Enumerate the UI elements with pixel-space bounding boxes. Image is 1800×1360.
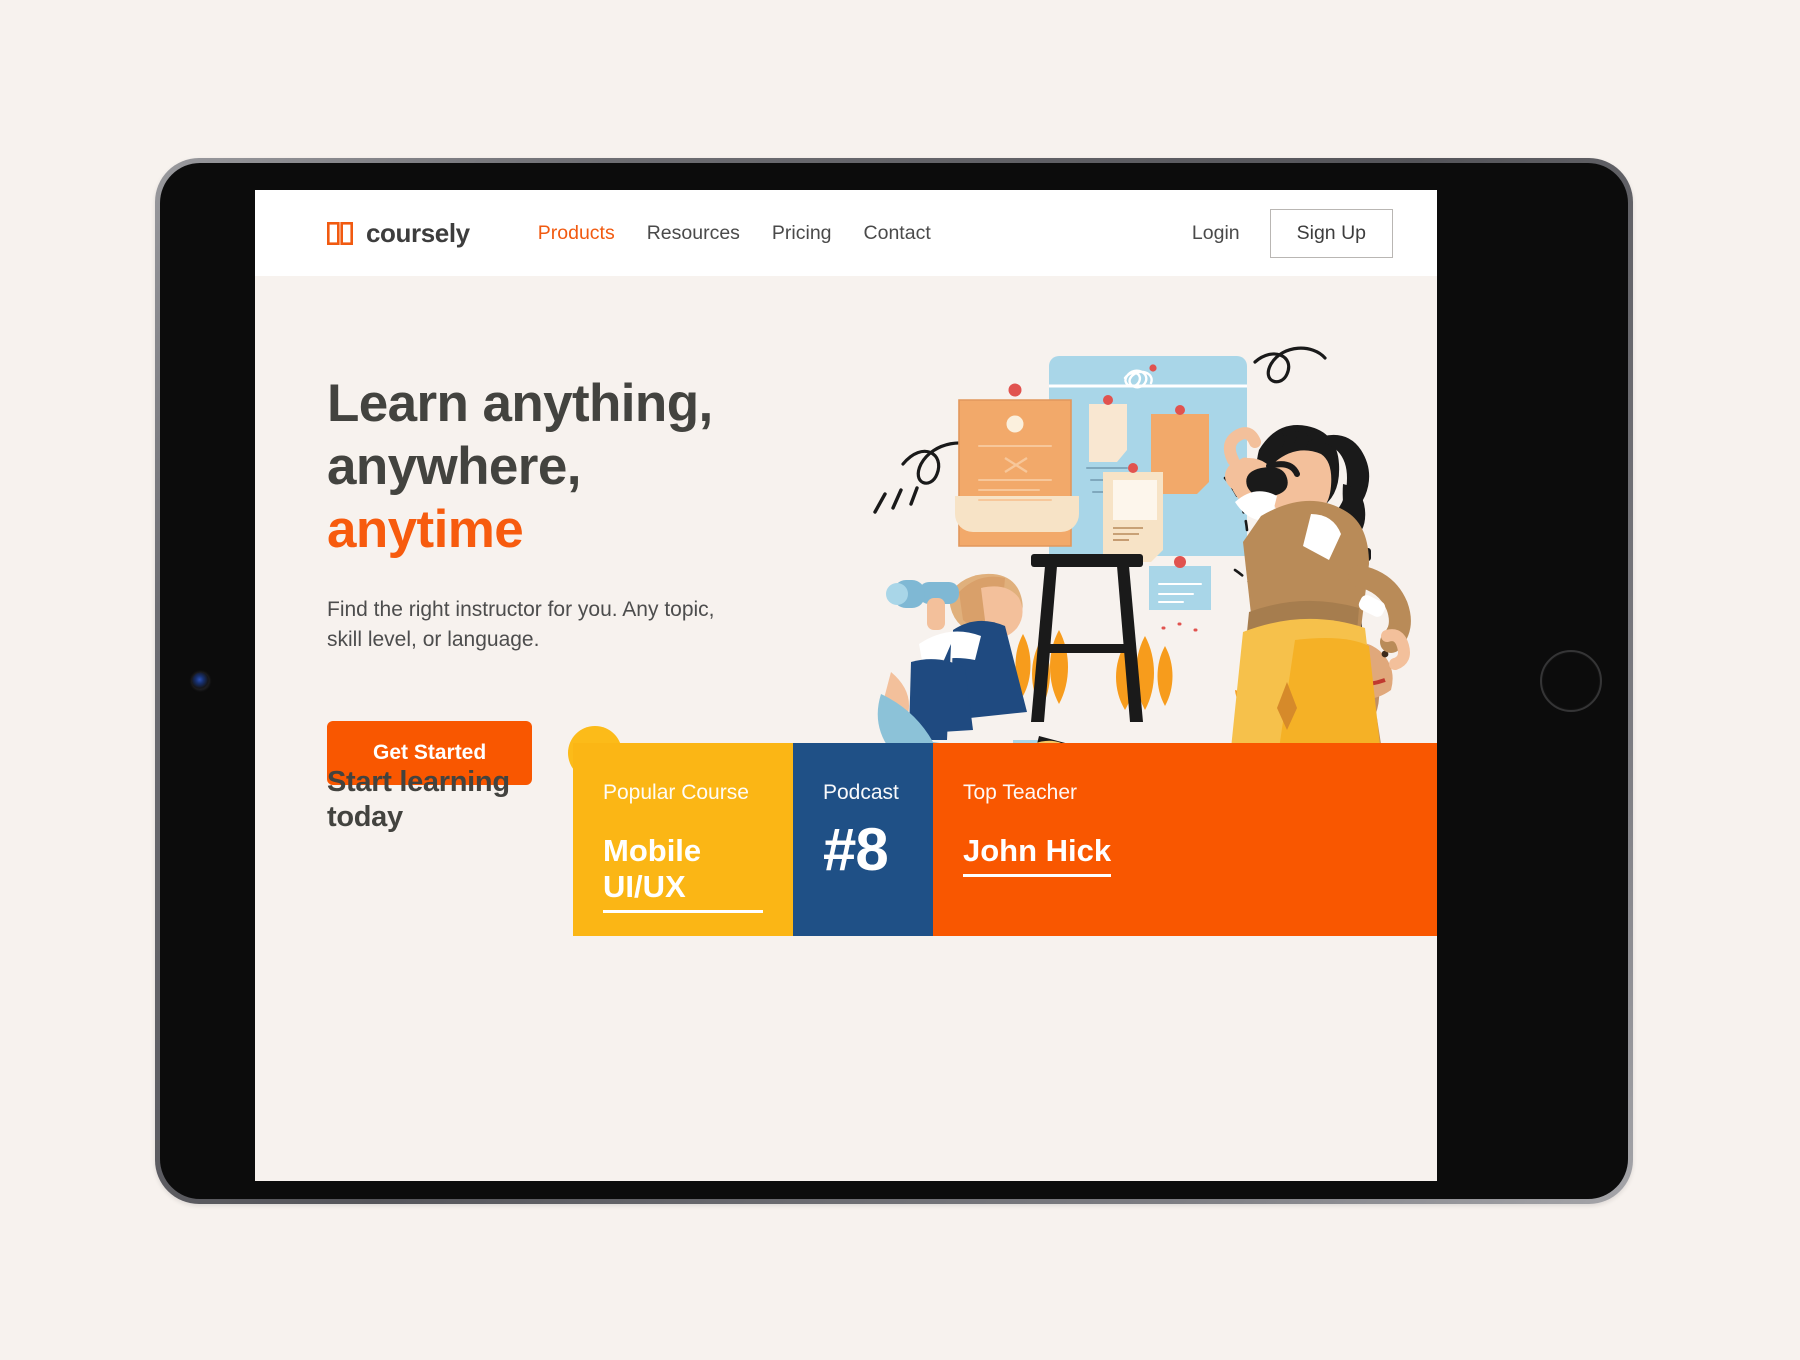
card-popular-course-kicker: Popular Course — [603, 781, 749, 804]
front-camera-icon — [192, 672, 209, 690]
nav-link-products[interactable]: Products — [538, 222, 615, 245]
bottom-cards-row: Start learning today Popular Course Mobi… — [255, 743, 1437, 936]
start-learning-heading: Start learning today — [255, 743, 573, 936]
hero-subtitle-line1: Find the right instructor for you. Any t… — [327, 598, 715, 622]
pinned-note-blue — [1149, 556, 1211, 610]
motion-lines-icon — [873, 486, 919, 514]
hero-illustration — [863, 346, 1411, 774]
hero-title-line2: anywhere, — [327, 437, 581, 497]
hero-section: Learn anything, anywhere, anytime Find t… — [255, 276, 1437, 936]
card-popular-course[interactable]: Popular Course Mobile UI/UX — [573, 743, 793, 936]
dots-decoration — [1161, 622, 1198, 632]
card-podcast-value: #8 — [823, 816, 889, 883]
start-learning-line1: Start learning — [327, 766, 510, 798]
hero-subtitle: Find the right instructor for you. Any t… — [327, 595, 747, 655]
card-podcast[interactable]: Podcast #8 — [793, 743, 933, 936]
pinned-photo — [1103, 463, 1163, 562]
brand-name: coursely — [366, 217, 470, 248]
card-top-teacher[interactable]: Top Teacher John Hick — [933, 743, 1437, 936]
tablet-screen: coursely Products Resources Pricing Cont… — [255, 190, 1437, 1181]
nav-actions: Login Sign Up — [1192, 208, 1393, 258]
open-book-icon — [327, 221, 353, 245]
person-with-coffee — [1223, 425, 1411, 774]
login-link[interactable]: Login — [1192, 222, 1240, 245]
tablet-device: coursely Products Resources Pricing Cont… — [155, 158, 1633, 1204]
home-button[interactable] — [1540, 650, 1602, 712]
screenshot-canvas: coursely Products Resources Pricing Cont… — [0, 0, 1800, 1360]
navbar: coursely Products Resources Pricing Cont… — [255, 190, 1437, 276]
brand-logo[interactable]: coursely — [327, 218, 470, 249]
squiggle-decoration-right — [1253, 346, 1327, 384]
hero-subtitle-line2: skill level, or language. — [327, 628, 540, 651]
card-top-teacher-value[interactable]: John Hick — [963, 833, 1112, 877]
nav-link-resources[interactable]: Resources — [647, 222, 740, 245]
hero-title-line1: Learn anything, — [327, 374, 713, 433]
card-podcast-kicker: Podcast — [823, 781, 899, 804]
nav-links: Products Resources Pricing Contact — [538, 222, 931, 245]
card-popular-course-value[interactable]: Mobile UI/UX — [603, 833, 763, 913]
nav-link-contact[interactable]: Contact — [864, 222, 931, 245]
hero-title-accent: anytime — [327, 500, 524, 560]
start-learning-line2: today — [327, 801, 403, 834]
certificate-scroll — [955, 383, 1079, 547]
card-top-teacher-kicker: Top Teacher — [963, 781, 1078, 804]
signup-button[interactable]: Sign Up — [1269, 208, 1393, 258]
nav-link-pricing[interactable]: Pricing — [772, 222, 832, 245]
tablet-bezel: coursely Products Resources Pricing Cont… — [160, 163, 1628, 1199]
